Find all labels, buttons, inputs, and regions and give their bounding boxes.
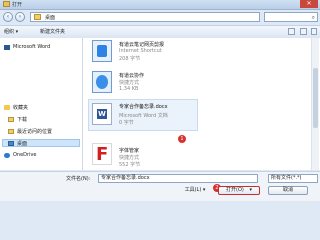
file-name[interactable]: 专家合作备忘录.docx — [119, 103, 168, 110]
scroll-thumb[interactable] — [313, 68, 318, 128]
dialog-footer: 文件名(N): 专家合作备忘录.docx 所有文件(*.*) 工具(L) ▾ 2… — [0, 171, 320, 201]
file-size: 1.34 KB — [119, 86, 139, 92]
note-icon — [92, 40, 112, 62]
nav-item-onedrive[interactable]: OneDrive — [13, 152, 37, 158]
file-size: 208 字节 — [119, 56, 141, 62]
tools-button[interactable]: 工具(L) ▾ — [178, 187, 212, 196]
file-type: 快捷方式 — [119, 80, 140, 86]
preview-pane-icon[interactable] — [300, 28, 307, 35]
collab-icon — [92, 71, 112, 93]
file-type: Internet Shortcut — [119, 48, 162, 54]
word-doc-icon — [92, 103, 112, 125]
folder-icon — [8, 117, 14, 122]
cloud-icon — [4, 153, 10, 158]
nav-item-downloads[interactable]: 下载 — [17, 116, 27, 123]
file-size: 552 字节 — [119, 162, 141, 168]
view-options-icon[interactable] — [288, 28, 295, 35]
folder-icon — [34, 14, 41, 20]
address-path: 桌面 — [45, 15, 56, 21]
back-button[interactable]: ‹ — [3, 12, 13, 22]
file-name[interactable]: 有道云笔记网页剪报 — [119, 41, 164, 48]
star-icon — [4, 105, 10, 110]
step-badge-1: 1 — [178, 135, 186, 143]
title-bar: 打开 ✕ — [0, 0, 320, 10]
search-input[interactable]: ⌕ — [264, 12, 318, 22]
toolbar: 组织 ▾ 新建文件夹 — [0, 25, 320, 39]
font-manager-icon — [92, 143, 112, 166]
help-icon[interactable] — [311, 28, 317, 35]
navigation-bar: ‹ › 桌面 ⌕ — [0, 10, 320, 24]
chevron-down-icon[interactable]: ▾ — [249, 187, 252, 193]
search-icon: ⌕ — [311, 14, 315, 21]
navigation-pane: Microsoft Word 收藏夹 下载 最近访问的位置 桌面 OneDriv… — [0, 38, 83, 170]
close-button[interactable]: ✕ — [300, 0, 318, 8]
vertical-scrollbar[interactable] — [311, 38, 319, 170]
new-folder-button[interactable]: 新建文件夹 — [40, 28, 65, 35]
open-button[interactable]: 打开(O) ▾ — [218, 186, 260, 195]
folder-icon — [8, 129, 14, 134]
nav-item-recent-places[interactable]: 最近访问的位置 — [17, 128, 52, 135]
word-app-icon — [3, 1, 10, 7]
filename-input[interactable]: 专家合作备忘录.docx — [98, 174, 258, 183]
nav-item-desktop[interactable]: 桌面 — [17, 140, 27, 147]
file-name[interactable]: 字体管家 — [119, 147, 139, 154]
word-icon — [4, 45, 10, 50]
cancel-button[interactable]: 取消 — [268, 186, 308, 195]
filename-label: 文件名(N): — [66, 176, 91, 182]
address-bar[interactable]: 桌面 — [30, 12, 260, 22]
nav-item-favorites[interactable]: 收藏夹 — [13, 104, 28, 111]
filetype-select[interactable]: 所有文件(*.*) — [268, 174, 318, 183]
file-name[interactable]: 有道云协作 — [119, 72, 144, 79]
nav-item-microsoft-word[interactable]: Microsoft Word — [13, 44, 50, 50]
file-list: 有道云笔记网页剪报 Internet Shortcut 208 字节 有道云协作… — [83, 38, 320, 170]
file-type: 快捷方式 — [119, 155, 140, 161]
window-title: 打开 — [12, 2, 23, 8]
file-type: Microsoft Word 文档 — [119, 113, 168, 119]
file-size: 0 字节 — [119, 120, 134, 126]
desktop-icon — [8, 141, 14, 146]
open-label: 打开(O) — [226, 187, 244, 193]
forward-button[interactable]: › — [15, 12, 25, 22]
organize-button[interactable]: 组织 ▾ — [4, 28, 18, 35]
